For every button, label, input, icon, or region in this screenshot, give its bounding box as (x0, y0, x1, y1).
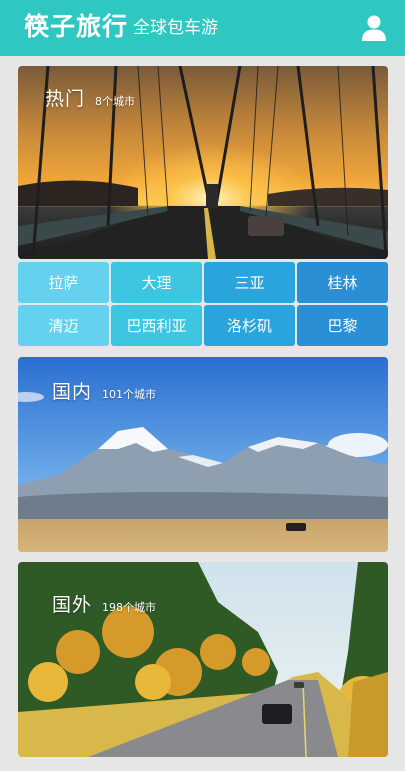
domestic-title: 国内 (52, 381, 93, 403)
international-card[interactable]: 国外 198个城市 (18, 562, 388, 757)
city-tile[interactable]: 洛杉矶 (204, 305, 295, 346)
city-tile[interactable]: 桂林 (297, 262, 388, 303)
city-tile[interactable]: 巴黎 (297, 305, 388, 346)
domestic-city-count: 101个城市 (102, 388, 157, 401)
hot-city-count: 8个城市 (95, 95, 136, 108)
domestic-card[interactable]: 国内 101个城市 (18, 357, 388, 552)
city-tile[interactable]: 巴西利亚 (111, 305, 202, 346)
international-label: 国外 198个城市 (52, 590, 156, 617)
hot-title: 热门 (45, 88, 86, 110)
city-tile[interactable]: 三亚 (204, 262, 295, 303)
app-header: 筷子旅行 全球包车游 (0, 0, 405, 56)
app-tagline: 全球包车游 (133, 18, 218, 38)
hot-city-grid: 拉萨 大理 三亚 桂林 清迈 巴西利亚 洛杉矶 巴黎 (18, 262, 388, 346)
city-tile[interactable]: 大理 (111, 262, 202, 303)
user-icon[interactable] (359, 13, 389, 43)
city-tile[interactable]: 拉萨 (18, 262, 109, 303)
app-brand: 筷子旅行 (24, 12, 129, 41)
city-tile[interactable]: 清迈 (18, 305, 109, 346)
hot-label: 热门 8个城市 (45, 84, 135, 111)
hot-destinations-card[interactable]: 热门 8个城市 (18, 66, 388, 259)
domestic-label: 国内 101个城市 (52, 377, 156, 404)
international-title: 国外 (52, 594, 93, 616)
international-city-count: 198个城市 (102, 601, 157, 614)
